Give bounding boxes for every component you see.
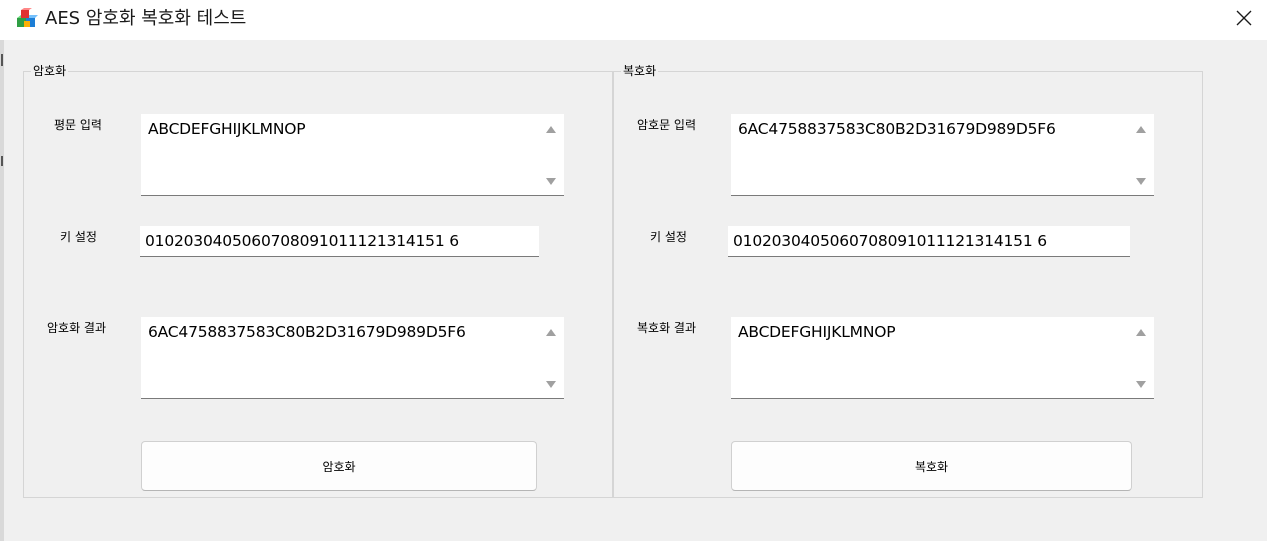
- app-cubes-icon: [15, 7, 39, 31]
- plaintext-textarea[interactable]: ABCDEFGHIJKLMNOP: [141, 114, 564, 196]
- encrypt-key-label: 키 설정: [60, 230, 97, 244]
- decrypt-key-value: 0102030405060708091011121314151 6: [733, 232, 1047, 250]
- scroll-down-icon[interactable]: [546, 178, 556, 185]
- title-bar: AES 암호화 복호화 테스트: [0, 0, 1267, 40]
- encrypt-button[interactable]: 암호화: [141, 441, 537, 491]
- decrypt-result-label: 복호화 결과: [637, 321, 697, 335]
- encrypt-result-textarea[interactable]: 6AC4758837583C80B2D31679D989D5F6: [141, 317, 564, 399]
- scroll-up-icon[interactable]: [1136, 126, 1146, 133]
- ciphertext-textarea[interactable]: 6AC4758837583C80B2D31679D989D5F6: [731, 114, 1154, 196]
- decrypt-group-title: 복호화: [621, 64, 659, 78]
- encrypt-key-input[interactable]: 0102030405060708091011121314151 6: [140, 226, 539, 257]
- ciphertext-label: 암호문 입력: [637, 118, 697, 132]
- plaintext-value: ABCDEFGHIJKLMNOP: [148, 120, 306, 138]
- close-icon: [1236, 10, 1252, 30]
- decrypt-result-textarea[interactable]: ABCDEFGHIJKLMNOP: [731, 317, 1154, 399]
- scroll-up-icon[interactable]: [546, 126, 556, 133]
- edge-mark: [1, 156, 3, 166]
- encrypt-key-value: 0102030405060708091011121314151 6: [145, 232, 459, 250]
- scroll-up-icon[interactable]: [1136, 329, 1146, 336]
- encrypt-result-label: 암호화 결과: [47, 321, 107, 335]
- decrypt-key-label: 키 설정: [650, 230, 687, 244]
- scroll-down-icon[interactable]: [1136, 381, 1146, 388]
- window-title: AES 암호화 복호화 테스트: [45, 8, 247, 29]
- background-window-edge: [0, 40, 4, 541]
- encrypt-group-title: 암호화: [31, 64, 69, 78]
- close-button[interactable]: [1221, 0, 1267, 40]
- edge-mark: [1, 54, 3, 66]
- scroll-down-icon[interactable]: [546, 381, 556, 388]
- plaintext-label: 평문 입력: [54, 118, 102, 132]
- decrypt-key-input[interactable]: 0102030405060708091011121314151 6: [728, 226, 1130, 257]
- decrypt-result-value: ABCDEFGHIJKLMNOP: [738, 323, 896, 341]
- ciphertext-value: 6AC4758837583C80B2D31679D989D5F6: [738, 120, 1056, 138]
- encrypt-result-value: 6AC4758837583C80B2D31679D989D5F6: [148, 323, 466, 341]
- scroll-down-icon[interactable]: [1136, 178, 1146, 185]
- scroll-up-icon[interactable]: [546, 329, 556, 336]
- decrypt-button[interactable]: 복호화: [731, 441, 1132, 491]
